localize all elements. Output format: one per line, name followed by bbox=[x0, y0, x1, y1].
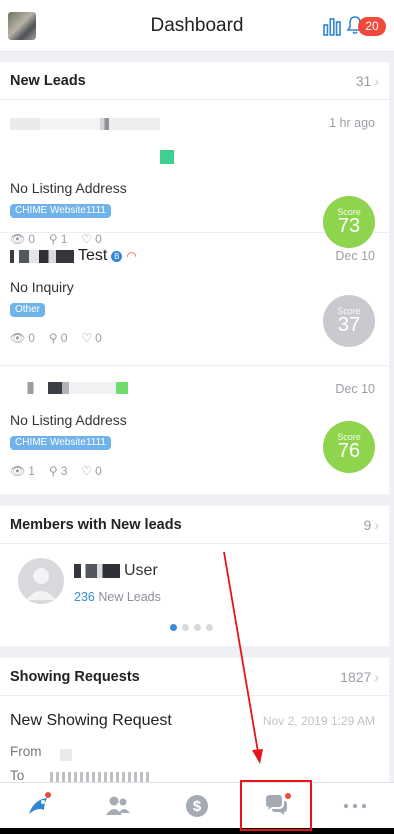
lead-time: Dec 10 bbox=[335, 249, 375, 263]
lead-name-suffix: Test bbox=[78, 247, 108, 264]
carousel-dot[interactable] bbox=[170, 624, 177, 631]
app-root: Dashboard 20 New Leads 31 › 1 hr ago No … bbox=[0, 0, 394, 834]
tab-transactions[interactable]: $ bbox=[167, 786, 227, 826]
lead-source-tag: Other bbox=[10, 303, 46, 317]
member-avatar bbox=[18, 558, 64, 604]
redacted-member-name bbox=[74, 564, 120, 578]
score-circle: Score 37 bbox=[323, 295, 375, 347]
score-label: Score bbox=[337, 207, 361, 217]
showing-item-title: New Showing Request bbox=[10, 712, 172, 729]
chevron-right-icon: › bbox=[374, 668, 379, 685]
redacted-from bbox=[60, 749, 72, 761]
members-title: Members with New leads bbox=[10, 516, 182, 533]
lead-source-tag: CHIME Website1111 bbox=[10, 436, 111, 450]
showing-section: Showing Requests 1827 › New Showing Requ… bbox=[0, 658, 389, 783]
score-label: Score bbox=[337, 306, 361, 316]
showing-from-label: From bbox=[10, 744, 42, 759]
redacted-to bbox=[50, 772, 150, 782]
members-header[interactable]: Members with New leads 9 › bbox=[0, 506, 389, 544]
lead-stats: 👁 1 ⚲ 3 ♡ 0 bbox=[10, 464, 102, 478]
lead-time: Dec 10 bbox=[335, 382, 375, 396]
lead-card[interactable]: 1 hr ago No Listing Address CHIME Websit… bbox=[0, 100, 389, 248]
member-leads: 236 New Leads bbox=[74, 590, 161, 604]
lead-time: 1 hr ago bbox=[329, 116, 375, 130]
b-badge-icon: B bbox=[111, 250, 123, 262]
lead-source-tag: CHIME Website1111 bbox=[10, 204, 111, 218]
tab-home[interactable] bbox=[9, 786, 69, 826]
member-leads-label: New Leads bbox=[98, 590, 161, 604]
new-leads-section: New Leads 31 › 1 hr ago No Listing Addre… bbox=[0, 62, 389, 494]
page-title: Dashboard bbox=[150, 14, 244, 36]
highlight-box bbox=[240, 780, 312, 831]
searches-count: 0 bbox=[60, 331, 68, 345]
carousel-dot[interactable] bbox=[182, 624, 189, 631]
notification-badge: 20 bbox=[358, 17, 386, 36]
new-leads-header[interactable]: New Leads 31 › bbox=[0, 62, 389, 100]
lead-card[interactable]: Dec 10 No Listing Address CHIME Website1… bbox=[0, 366, 389, 499]
heart-icon: ♡ bbox=[81, 464, 93, 478]
more-icon bbox=[343, 803, 366, 808]
tab-more[interactable] bbox=[325, 786, 385, 826]
lead-card[interactable]: Test B ◠ Dec 10 No Inquiry Other 👁 0 ⚲ 0 ♡… bbox=[0, 233, 389, 366]
redacted-name bbox=[10, 249, 74, 263]
carousel-dots[interactable] bbox=[170, 624, 213, 631]
lead-address: No Inquiry bbox=[10, 279, 74, 295]
favorites-count: 0 bbox=[95, 331, 102, 345]
chevron-right-icon: › bbox=[374, 72, 379, 89]
new-leads-count: 31 bbox=[355, 72, 372, 89]
lead-name-row: Test B ◠ bbox=[10, 247, 137, 265]
eye-icon: 👁 bbox=[10, 464, 26, 478]
score-label: Score bbox=[337, 432, 361, 442]
lead-stats: 👁 0 ⚲ 0 ♡ 0 bbox=[10, 331, 102, 345]
showing-title: Showing Requests bbox=[10, 668, 140, 685]
lead-address: No Listing Address bbox=[10, 180, 127, 196]
carousel-dot[interactable] bbox=[206, 624, 213, 631]
score-value: 76 bbox=[337, 440, 361, 462]
search-icon: ⚲ bbox=[48, 464, 58, 478]
showing-count-wrap: 1827 › bbox=[340, 669, 379, 685]
person-icon bbox=[26, 568, 56, 600]
score-value: 37 bbox=[337, 314, 361, 336]
member-card[interactable]: User 236 New Leads bbox=[0, 544, 389, 650]
search-icon: ⚲ bbox=[48, 331, 58, 345]
members-count-wrap: 9 › bbox=[364, 517, 379, 533]
contacts-icon bbox=[106, 796, 131, 815]
chevron-right-icon: › bbox=[374, 516, 379, 533]
bar-chart-icon[interactable] bbox=[322, 16, 342, 36]
views-count: 0 bbox=[28, 331, 35, 345]
carousel-dot[interactable] bbox=[194, 624, 201, 631]
members-section: Members with New leads 9 › User 236 New … bbox=[0, 506, 389, 646]
tab-contacts[interactable] bbox=[88, 786, 148, 826]
bottom-tab-bar: $ bbox=[0, 782, 394, 828]
showing-header[interactable]: Showing Requests 1827 › bbox=[0, 658, 389, 696]
searches-count: 3 bbox=[60, 464, 68, 478]
new-leads-title: New Leads bbox=[10, 72, 86, 89]
bottom-edge bbox=[0, 828, 394, 834]
redacted-name bbox=[10, 382, 128, 394]
redacted-name bbox=[10, 118, 160, 130]
signal-icon: ◠ bbox=[126, 249, 137, 263]
members-count: 9 bbox=[363, 516, 372, 533]
top-bar: Dashboard 20 bbox=[0, 0, 394, 52]
showing-item-time: Nov 2, 2019 1:29 AM bbox=[262, 714, 375, 728]
notification-dot bbox=[45, 791, 52, 798]
favorites-count: 0 bbox=[95, 464, 102, 478]
showing-request-item[interactable]: New Showing Request Nov 2, 2019 1:29 AM … bbox=[0, 696, 389, 783]
dollar-icon: $ bbox=[185, 794, 208, 817]
showing-count: 1827 bbox=[340, 668, 372, 685]
member-name-suffix: User bbox=[124, 562, 158, 579]
user-avatar[interactable] bbox=[8, 12, 36, 40]
heart-icon: ♡ bbox=[81, 331, 93, 345]
eye-icon: 👁 bbox=[10, 331, 26, 345]
views-count: 1 bbox=[28, 464, 35, 478]
member-leads-count: 236 bbox=[74, 590, 95, 604]
lead-address: No Listing Address bbox=[10, 412, 127, 428]
new-leads-count-wrap: 31 › bbox=[356, 73, 379, 89]
showing-to-label: To bbox=[10, 768, 25, 783]
svg-text:$: $ bbox=[193, 798, 202, 815]
score-circle: Score 76 bbox=[323, 421, 375, 473]
lead-status-square bbox=[160, 150, 174, 164]
